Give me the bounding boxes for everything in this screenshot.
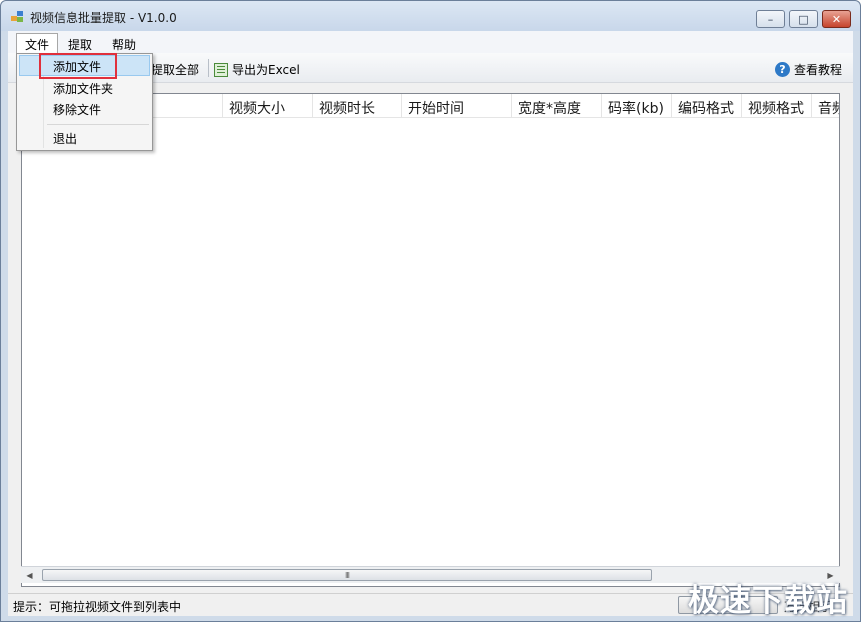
minimize-button[interactable]: – xyxy=(756,10,785,28)
app-window: 视频信息批量提取 - V1.0.0 – □ ✕ 文件 提取 帮助 提取全部 导出… xyxy=(0,0,861,622)
menu-extract[interactable]: 提取 xyxy=(60,34,100,54)
excel-icon xyxy=(214,62,228,77)
menu-separator xyxy=(47,124,149,125)
title-bar[interactable]: 视频信息批量提取 - V1.0.0 – □ ✕ xyxy=(1,1,860,31)
highlight-annotation xyxy=(39,53,117,79)
extract-all-label: 提取全部 xyxy=(151,63,200,77)
column-header-size[interactable]: 视频大小 xyxy=(223,94,313,117)
help-tutorial-button[interactable]: ? 查看教程 xyxy=(775,61,842,78)
column-header-codec[interactable]: 编码格式 xyxy=(672,94,742,117)
toolbar-separator xyxy=(208,59,209,77)
extract-all-button[interactable]: 提取全部 xyxy=(151,61,199,78)
menu-item-exit[interactable]: 退出 xyxy=(19,127,150,148)
column-header-format[interactable]: 视频格式 xyxy=(742,94,812,117)
scroll-thumb[interactable]: III xyxy=(42,569,652,581)
scroll-left-icon[interactable]: ◀ xyxy=(21,567,38,584)
minimize-icon: – xyxy=(767,12,774,26)
column-header-start-time[interactable]: 开始时间 xyxy=(402,94,512,117)
scroll-grip-icon: III xyxy=(344,570,350,580)
export-excel-button[interactable]: 导出为Excel xyxy=(214,61,300,78)
status-hint: 提示：可拖拉视频文件到列表中 xyxy=(13,600,182,614)
app-icon xyxy=(11,11,24,22)
maximize-icon: □ xyxy=(798,12,809,26)
close-icon: ✕ xyxy=(831,12,842,26)
window-title: 视频信息批量提取 - V1.0.0 xyxy=(30,11,177,25)
menu-help[interactable]: 帮助 xyxy=(104,34,144,54)
menu-file[interactable]: 文件 xyxy=(16,33,59,53)
file-list[interactable]: 视频大小 视频时长 开始时间 宽度*高度 码率(kb) 编码格式 视频格式 音频 xyxy=(21,93,840,587)
maximize-button[interactable]: □ xyxy=(789,10,818,28)
column-header-audio[interactable]: 音频 xyxy=(812,94,839,117)
watermark-logo: 极速下载站 xyxy=(688,583,848,619)
column-header-duration[interactable]: 视频时长 xyxy=(313,94,402,117)
menu-item-add-folder[interactable]: 添加文件夹 xyxy=(19,77,150,98)
close-button[interactable]: ✕ xyxy=(822,10,851,28)
column-header-bitrate[interactable]: 码率(kb) xyxy=(602,94,672,117)
help-tutorial-label: 查看教程 xyxy=(794,63,843,77)
menu-item-remove-file[interactable]: 移除文件 xyxy=(19,98,150,119)
menu-bar: 文件 提取 帮助 xyxy=(8,31,853,53)
column-header-resolution[interactable]: 宽度*高度 xyxy=(512,94,602,117)
export-excel-label: 导出为Excel xyxy=(232,63,300,77)
help-icon: ? xyxy=(775,62,790,77)
